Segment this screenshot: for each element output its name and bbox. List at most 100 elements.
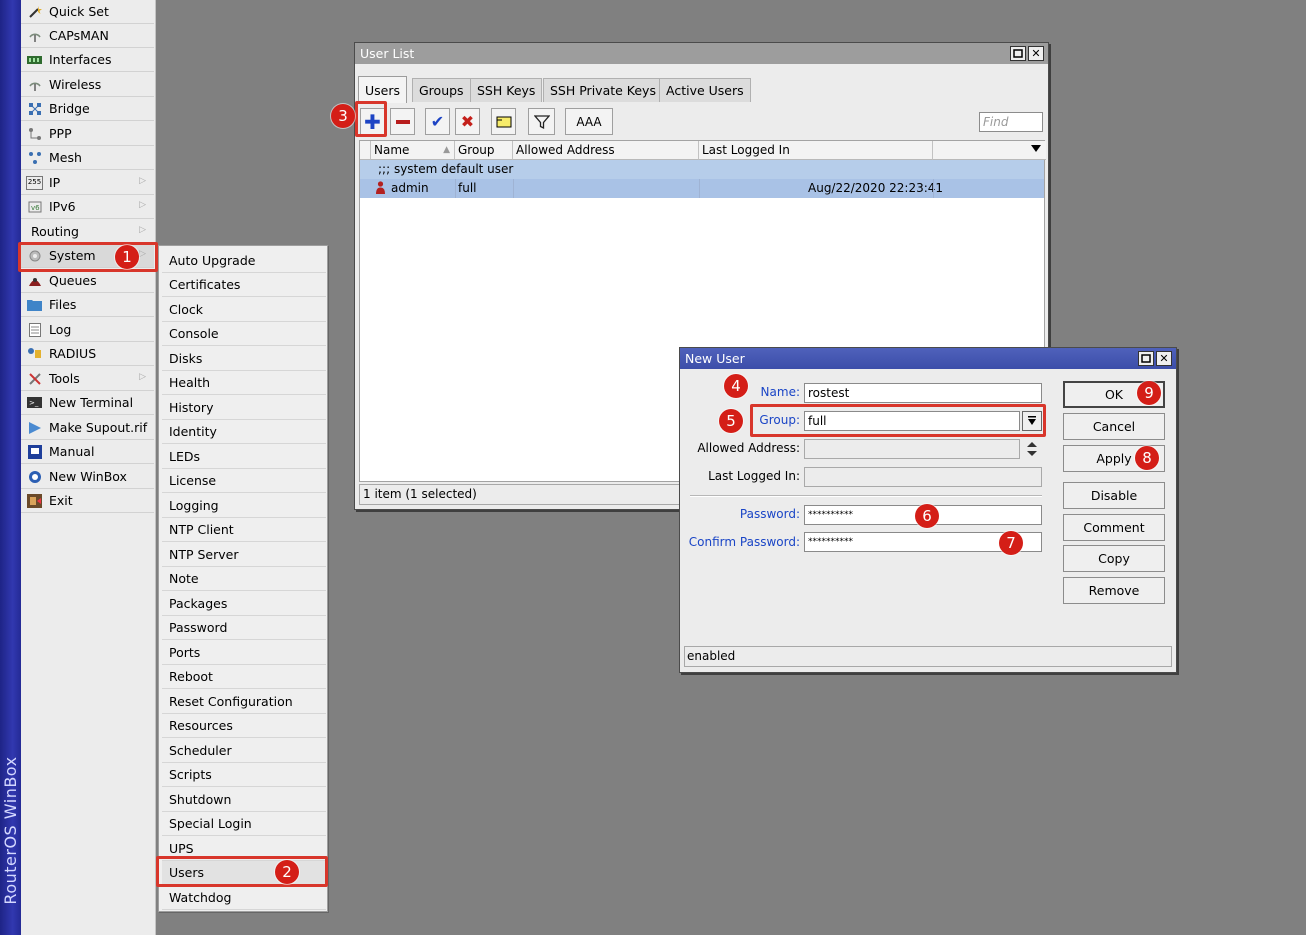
remove-button[interactable] bbox=[390, 108, 415, 135]
comment-button[interactable]: Comment bbox=[1063, 514, 1165, 541]
system-submenu: Auto Upgrade Certificates Clock Console … bbox=[158, 245, 328, 912]
exit-icon bbox=[26, 493, 43, 508]
terminal-icon: >_ bbox=[26, 396, 43, 410]
sidebar-item-bridge[interactable]: Bridge bbox=[21, 97, 154, 121]
ipv6-icon: v6 bbox=[26, 200, 43, 214]
submenu-item-health[interactable]: Health bbox=[162, 371, 326, 395]
submenu-item-reset-configuration[interactable]: Reset Configuration bbox=[162, 690, 326, 714]
sidebar-item-routing[interactable]: Routing ▷ bbox=[21, 220, 154, 244]
enable-button[interactable]: ✔ bbox=[425, 108, 450, 135]
close-icon[interactable]: ✕ bbox=[1156, 351, 1172, 366]
tab-users[interactable]: Users bbox=[358, 76, 408, 103]
ppp-icon bbox=[26, 127, 43, 141]
sidebar-item-log[interactable]: Log bbox=[21, 318, 154, 342]
submenu-arrow-icon: ▷ bbox=[139, 176, 146, 186]
maximize-icon[interactable] bbox=[1138, 351, 1154, 366]
comment-button[interactable] bbox=[491, 108, 516, 135]
step-badge-9: 9 bbox=[1137, 381, 1161, 405]
submenu-item-leds[interactable]: LEDs bbox=[162, 445, 326, 469]
wireless-icon bbox=[26, 29, 43, 43]
tab-active-users[interactable]: Active Users bbox=[659, 78, 751, 102]
add-remove-arrows-icon[interactable] bbox=[1025, 439, 1039, 459]
sidebar-item-ppp[interactable]: PPP bbox=[21, 122, 154, 146]
submenu-item-reboot[interactable]: Reboot bbox=[162, 665, 326, 689]
submenu-item-certificates[interactable]: Certificates bbox=[162, 273, 326, 297]
column-header-name[interactable]: Name ▲ bbox=[371, 141, 455, 160]
sidebar-item-ipv6[interactable]: v6 IPv6 ▷ bbox=[21, 195, 154, 219]
name-input[interactable]: rostest bbox=[804, 383, 1042, 403]
maximize-icon[interactable] bbox=[1010, 46, 1026, 61]
row-divider bbox=[933, 179, 934, 198]
sidebar-menu: Quick Set CAPsMAN Interfaces Wireless Br… bbox=[21, 0, 156, 935]
disable-button[interactable]: ✖ bbox=[455, 108, 480, 135]
submenu-item-note[interactable]: Note bbox=[162, 567, 326, 591]
submenu-item-ntp-server[interactable]: NTP Server bbox=[162, 543, 326, 567]
submenu-item-disks[interactable]: Disks bbox=[162, 347, 326, 371]
submenu-item-ntp-client[interactable]: NTP Client bbox=[162, 518, 326, 542]
submenu-item-license[interactable]: License bbox=[162, 469, 326, 493]
sidebar-item-capsman[interactable]: CAPsMAN bbox=[21, 24, 154, 48]
sidebar-item-queues[interactable]: Queues bbox=[21, 269, 154, 293]
sidebar-item-radius[interactable]: RADIUS bbox=[21, 342, 154, 366]
step-badge-2: 2 bbox=[275, 860, 299, 884]
submenu-item-scripts[interactable]: Scripts bbox=[162, 763, 326, 787]
sidebar-item-new-terminal[interactable]: >_ New Terminal bbox=[21, 391, 154, 415]
highlight-box-group bbox=[750, 404, 1046, 437]
minus-icon bbox=[395, 119, 410, 124]
sidebar-item-quick-set[interactable]: Quick Set bbox=[21, 0, 154, 24]
sidebar-item-tools[interactable]: Tools ▷ bbox=[21, 367, 154, 391]
filter-button[interactable] bbox=[528, 108, 555, 135]
disable-button[interactable]: Disable bbox=[1063, 482, 1165, 509]
submenu-item-clock[interactable]: Clock bbox=[162, 298, 326, 322]
submenu-item-ports[interactable]: Ports bbox=[162, 641, 326, 665]
step-badge-8: 8 bbox=[1135, 446, 1159, 470]
column-header-allowed-address[interactable]: Allowed Address bbox=[513, 141, 699, 160]
submenu-item-identity[interactable]: Identity bbox=[162, 420, 326, 444]
find-input[interactable]: Find bbox=[979, 112, 1043, 132]
sidebar-item-make-supout[interactable]: Make Supout.rif bbox=[21, 416, 154, 440]
sidebar-item-interfaces[interactable]: Interfaces bbox=[21, 48, 154, 72]
allowed-address-input[interactable] bbox=[804, 439, 1020, 459]
sidebar-item-files[interactable]: Files bbox=[21, 293, 154, 317]
remove-button[interactable]: Remove bbox=[1063, 577, 1165, 604]
table-comment-row[interactable]: ;;; system default user bbox=[360, 160, 1044, 179]
submenu-item-auto-upgrade[interactable]: Auto Upgrade bbox=[162, 249, 326, 273]
submenu-item-logging[interactable]: Logging bbox=[162, 494, 326, 518]
submenu-item-resources[interactable]: Resources bbox=[162, 714, 326, 738]
tab-ssh-keys[interactable]: SSH Keys bbox=[470, 78, 543, 102]
column-header-extra bbox=[933, 141, 1046, 160]
table-row[interactable]: admin full Aug/22/2020 22:23:41 bbox=[360, 179, 1044, 198]
supout-icon bbox=[26, 421, 43, 435]
highlight-box-add bbox=[355, 101, 387, 137]
sort-icon: ▲ bbox=[443, 145, 450, 155]
sidebar-item-mesh[interactable]: Mesh bbox=[21, 146, 154, 170]
submenu-item-scheduler[interactable]: Scheduler bbox=[162, 739, 326, 763]
column-header-last-logged-in[interactable]: Last Logged In bbox=[699, 141, 933, 160]
submenu-item-special-login[interactable]: Special Login bbox=[162, 812, 326, 836]
close-icon[interactable]: ✕ bbox=[1028, 46, 1044, 61]
winbox-vertical-bar: RouterOS WinBox bbox=[0, 0, 21, 935]
submenu-item-packages[interactable]: Packages bbox=[162, 592, 326, 616]
submenu-item-history[interactable]: History bbox=[162, 396, 326, 420]
sidebar-item-new-winbox[interactable]: New WinBox bbox=[21, 465, 154, 489]
highlight-box-users bbox=[156, 856, 328, 887]
svg-text:>_: >_ bbox=[29, 399, 39, 407]
column-header-group[interactable]: Group bbox=[455, 141, 513, 160]
copy-button[interactable]: Copy bbox=[1063, 545, 1165, 572]
submenu-item-shutdown[interactable]: Shutdown bbox=[162, 788, 326, 812]
sidebar-item-wireless[interactable]: Wireless bbox=[21, 73, 154, 97]
sidebar-item-ip[interactable]: 255 IP ▷ bbox=[21, 171, 154, 195]
submenu-item-console[interactable]: Console bbox=[162, 322, 326, 346]
tab-ssh-private-keys[interactable]: SSH Private Keys bbox=[543, 78, 663, 102]
submenu-item-password[interactable]: Password bbox=[162, 616, 326, 640]
column-menu-dropdown-icon[interactable] bbox=[1031, 145, 1041, 152]
sidebar-item-manual[interactable]: Manual bbox=[21, 440, 154, 464]
sidebar-item-exit[interactable]: Exit bbox=[21, 489, 154, 513]
step-badge-6: 6 bbox=[915, 504, 939, 528]
cross-icon: ✖ bbox=[460, 112, 475, 131]
cancel-button[interactable]: Cancel bbox=[1063, 413, 1165, 440]
aaa-button[interactable]: AAA bbox=[565, 108, 613, 135]
tab-groups[interactable]: Groups bbox=[412, 78, 471, 102]
step-badge-7: 7 bbox=[999, 531, 1023, 555]
submenu-item-watchdog[interactable]: Watchdog bbox=[162, 886, 326, 910]
